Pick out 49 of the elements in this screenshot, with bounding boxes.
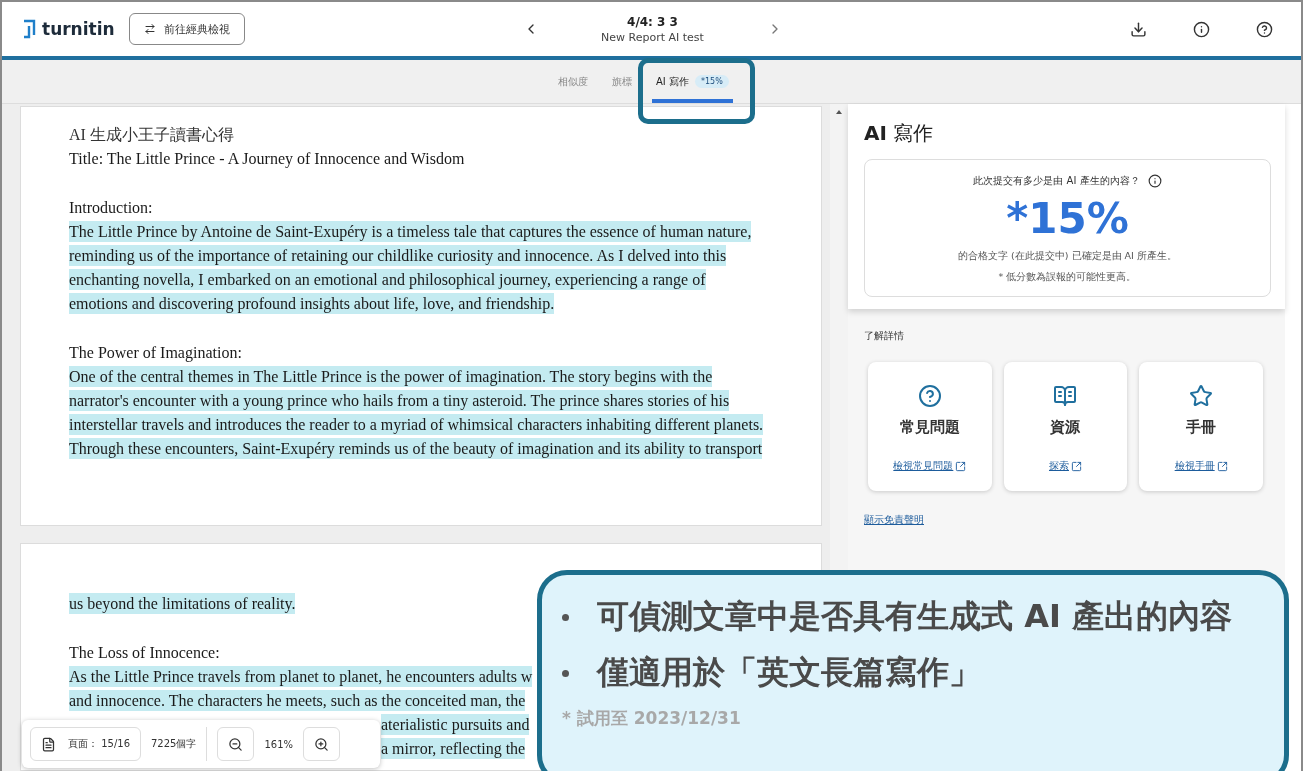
disclaimer-link[interactable]: 顯示免責聲明 — [864, 513, 924, 527]
external-link-icon — [955, 460, 967, 472]
card-title: 資源 — [1050, 418, 1081, 437]
info-icon[interactable] — [1147, 174, 1162, 188]
document-heading: AI 生成小王子讀書心得 — [69, 125, 234, 145]
info-icon[interactable] — [1193, 20, 1210, 38]
word-count: 7225個字 — [151, 737, 197, 751]
page-button[interactable]: 頁面： 15/16 — [30, 727, 141, 761]
card-link[interactable]: 探索 — [1049, 459, 1082, 473]
scroll-up-icon — [836, 110, 842, 114]
zoom-level: 161% — [264, 738, 294, 750]
help-icon[interactable] — [1256, 20, 1273, 38]
zoom-in-icon — [314, 736, 330, 752]
section-label: 了解詳情 — [864, 329, 905, 343]
zoom-in-button[interactable] — [303, 727, 341, 761]
ai-score: *15% — [1006, 196, 1129, 242]
logo-icon — [22, 19, 38, 39]
callout-text: 僅適用於「英文長篇寫作」 — [597, 652, 981, 693]
book-icon — [1053, 384, 1078, 408]
document-icon — [41, 736, 56, 752]
score-note: * 低分數為誤報的可能性更高。 — [998, 271, 1137, 284]
help-icon — [917, 384, 942, 408]
bullet-icon — [562, 613, 569, 621]
callout-footnote: * 試用至 2023/12/31 — [562, 707, 742, 730]
callout-text: 可偵測文章中是否具有生成式 AI 產出的內容 — [597, 596, 1232, 637]
classic-view-button[interactable]: 前往經典檢視 — [128, 13, 245, 45]
card-link[interactable]: 檢視手冊 — [1174, 459, 1228, 473]
turnitin-logo[interactable]: turnitin — [22, 19, 115, 39]
question-text: 此次提交有多少是由 AI 產生的內容？ — [973, 174, 1140, 188]
zoom-out-icon — [228, 736, 244, 752]
document-line: Introduction: — [69, 198, 153, 218]
document-line: The Loss of Innocence: — [69, 643, 220, 663]
report-position: 4/4: 3 3 — [627, 14, 678, 29]
card-title: 手冊 — [1186, 418, 1217, 437]
external-link-icon — [1216, 460, 1228, 472]
bullet-icon — [562, 669, 569, 677]
document-line: The Power of Imagination: — [69, 343, 242, 363]
panel-title: AI 寫作 — [864, 120, 935, 147]
card-link[interactable]: 檢視常見問題 — [893, 459, 967, 473]
report-title: New Report AI test — [601, 30, 704, 44]
document-line: Title: The Little Prince - A Journey of Innocence and Wisdom — [69, 149, 465, 169]
download-icon[interactable] — [1130, 20, 1147, 38]
card-title: 常見問題 — [899, 418, 960, 437]
swap-icon — [143, 23, 156, 35]
external-link-icon — [1071, 460, 1082, 472]
star-icon — [1189, 384, 1214, 408]
score-description: 的合格文字 (在此提交中) 已確定是由 AI 所產生。 — [958, 250, 1177, 263]
zoom-out-button[interactable] — [217, 727, 255, 761]
score-badge: *15% — [694, 75, 729, 88]
